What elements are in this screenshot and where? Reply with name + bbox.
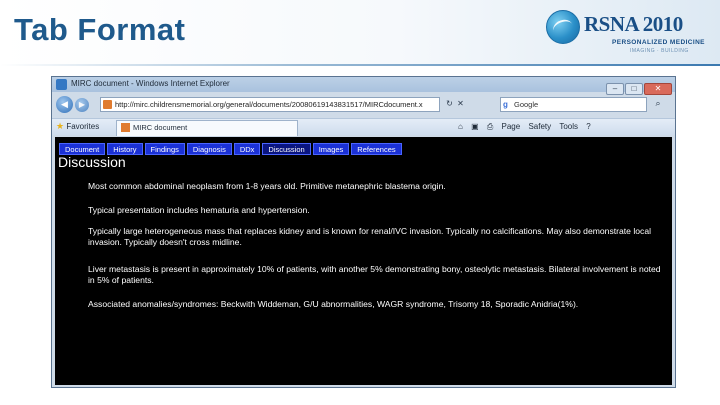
logo-brand: RSNA 2010 <box>584 12 683 36</box>
address-buttons: ↻ ✕ <box>444 99 466 108</box>
tab-images[interactable]: Images <box>312 143 350 155</box>
feeds-icon[interactable]: ▣ <box>471 122 479 131</box>
browser-window: MIRC document - Windows Internet Explore… <box>51 76 676 388</box>
safety-menu[interactable]: Safety <box>528 122 551 131</box>
header-divider <box>0 64 720 66</box>
command-tools: ⌂ ▣ ⎙ Page Safety Tools ? <box>452 122 591 132</box>
address-input[interactable]: http://mirc.childrensmemorial.org/genera… <box>100 97 440 112</box>
paragraph: Most common abdominal neoplasm from 1-8 … <box>88 181 446 191</box>
discussion-heading: Discussion <box>58 154 126 170</box>
browser-tab[interactable]: MIRC document <box>116 120 298 136</box>
paragraph: Typical presentation includes hematuria … <box>88 205 310 215</box>
forward-arrow-icon[interactable]: ▶ <box>75 98 89 112</box>
address-bar-row: ◀ ▶ http://mirc.childrensmemorial.org/ge… <box>52 94 675 116</box>
page-menu[interactable]: Page <box>502 122 521 131</box>
tab-references[interactable]: References <box>351 143 402 155</box>
document-tabs: Document History Findings Diagnosis DDx Discu… <box>59 139 404 155</box>
tab-discussion[interactable]: Discussion <box>262 143 311 155</box>
page-content: Document History Findings Diagnosis DDx Discu… <box>55 137 672 385</box>
star-icon: ★ <box>56 121 65 131</box>
home-icon[interactable]: ⌂ <box>458 122 463 131</box>
search-icon[interactable]: ⌕ <box>652 98 664 111</box>
stop-icon[interactable]: ✕ <box>455 99 466 108</box>
command-bar: ★ Favorites MIRC document ⌂ ▣ ⎙ Page Saf… <box>52 118 675 136</box>
logo-subtagline: IMAGING · BUILDING <box>630 48 689 54</box>
paragraph: Liver metastasis is present in approxima… <box>88 264 661 285</box>
search-input[interactable]: Google <box>500 97 647 112</box>
tab-ddx[interactable]: DDx <box>233 143 261 155</box>
tab-findings[interactable]: Findings <box>144 143 185 155</box>
window-titlebar: MIRC document - Windows Internet Explore… <box>52 77 675 95</box>
slide-title: Tab Format <box>14 12 186 47</box>
globe-icon <box>546 10 580 44</box>
refresh-icon[interactable]: ↻ <box>444 99 455 108</box>
ie-icon <box>56 79 67 90</box>
tab-diagnosis[interactable]: Diagnosis <box>186 143 232 155</box>
rsna-logo: RSNA 2010 PERSONALIZED MEDICINE IMAGING … <box>546 8 711 58</box>
window-title: MIRC document - Windows Internet Explore… <box>71 79 230 88</box>
help-icon[interactable]: ? <box>586 122 590 131</box>
tab-favicon-icon <box>121 123 130 132</box>
paragraph: Associated anomalies/syndromes: Beckwith… <box>88 299 579 309</box>
favorites-button[interactable]: ★ Favorites <box>56 121 99 132</box>
favorites-label: Favorites <box>66 122 100 131</box>
back-arrow-icon[interactable]: ◀ <box>56 96 73 113</box>
google-icon: g <box>503 100 508 109</box>
page-favicon-icon <box>103 100 112 109</box>
window-controls: – □ ✕ <box>605 78 672 95</box>
tools-menu[interactable]: Tools <box>559 122 578 131</box>
slide-header: Tab Format RSNA 2010 PERSONALIZED MEDICI… <box>0 0 720 66</box>
print-icon[interactable]: ⎙ <box>487 122 493 131</box>
logo-tagline: PERSONALIZED MEDICINE <box>612 39 705 46</box>
paragraph: Typically large heterogeneous mass that … <box>88 226 652 247</box>
